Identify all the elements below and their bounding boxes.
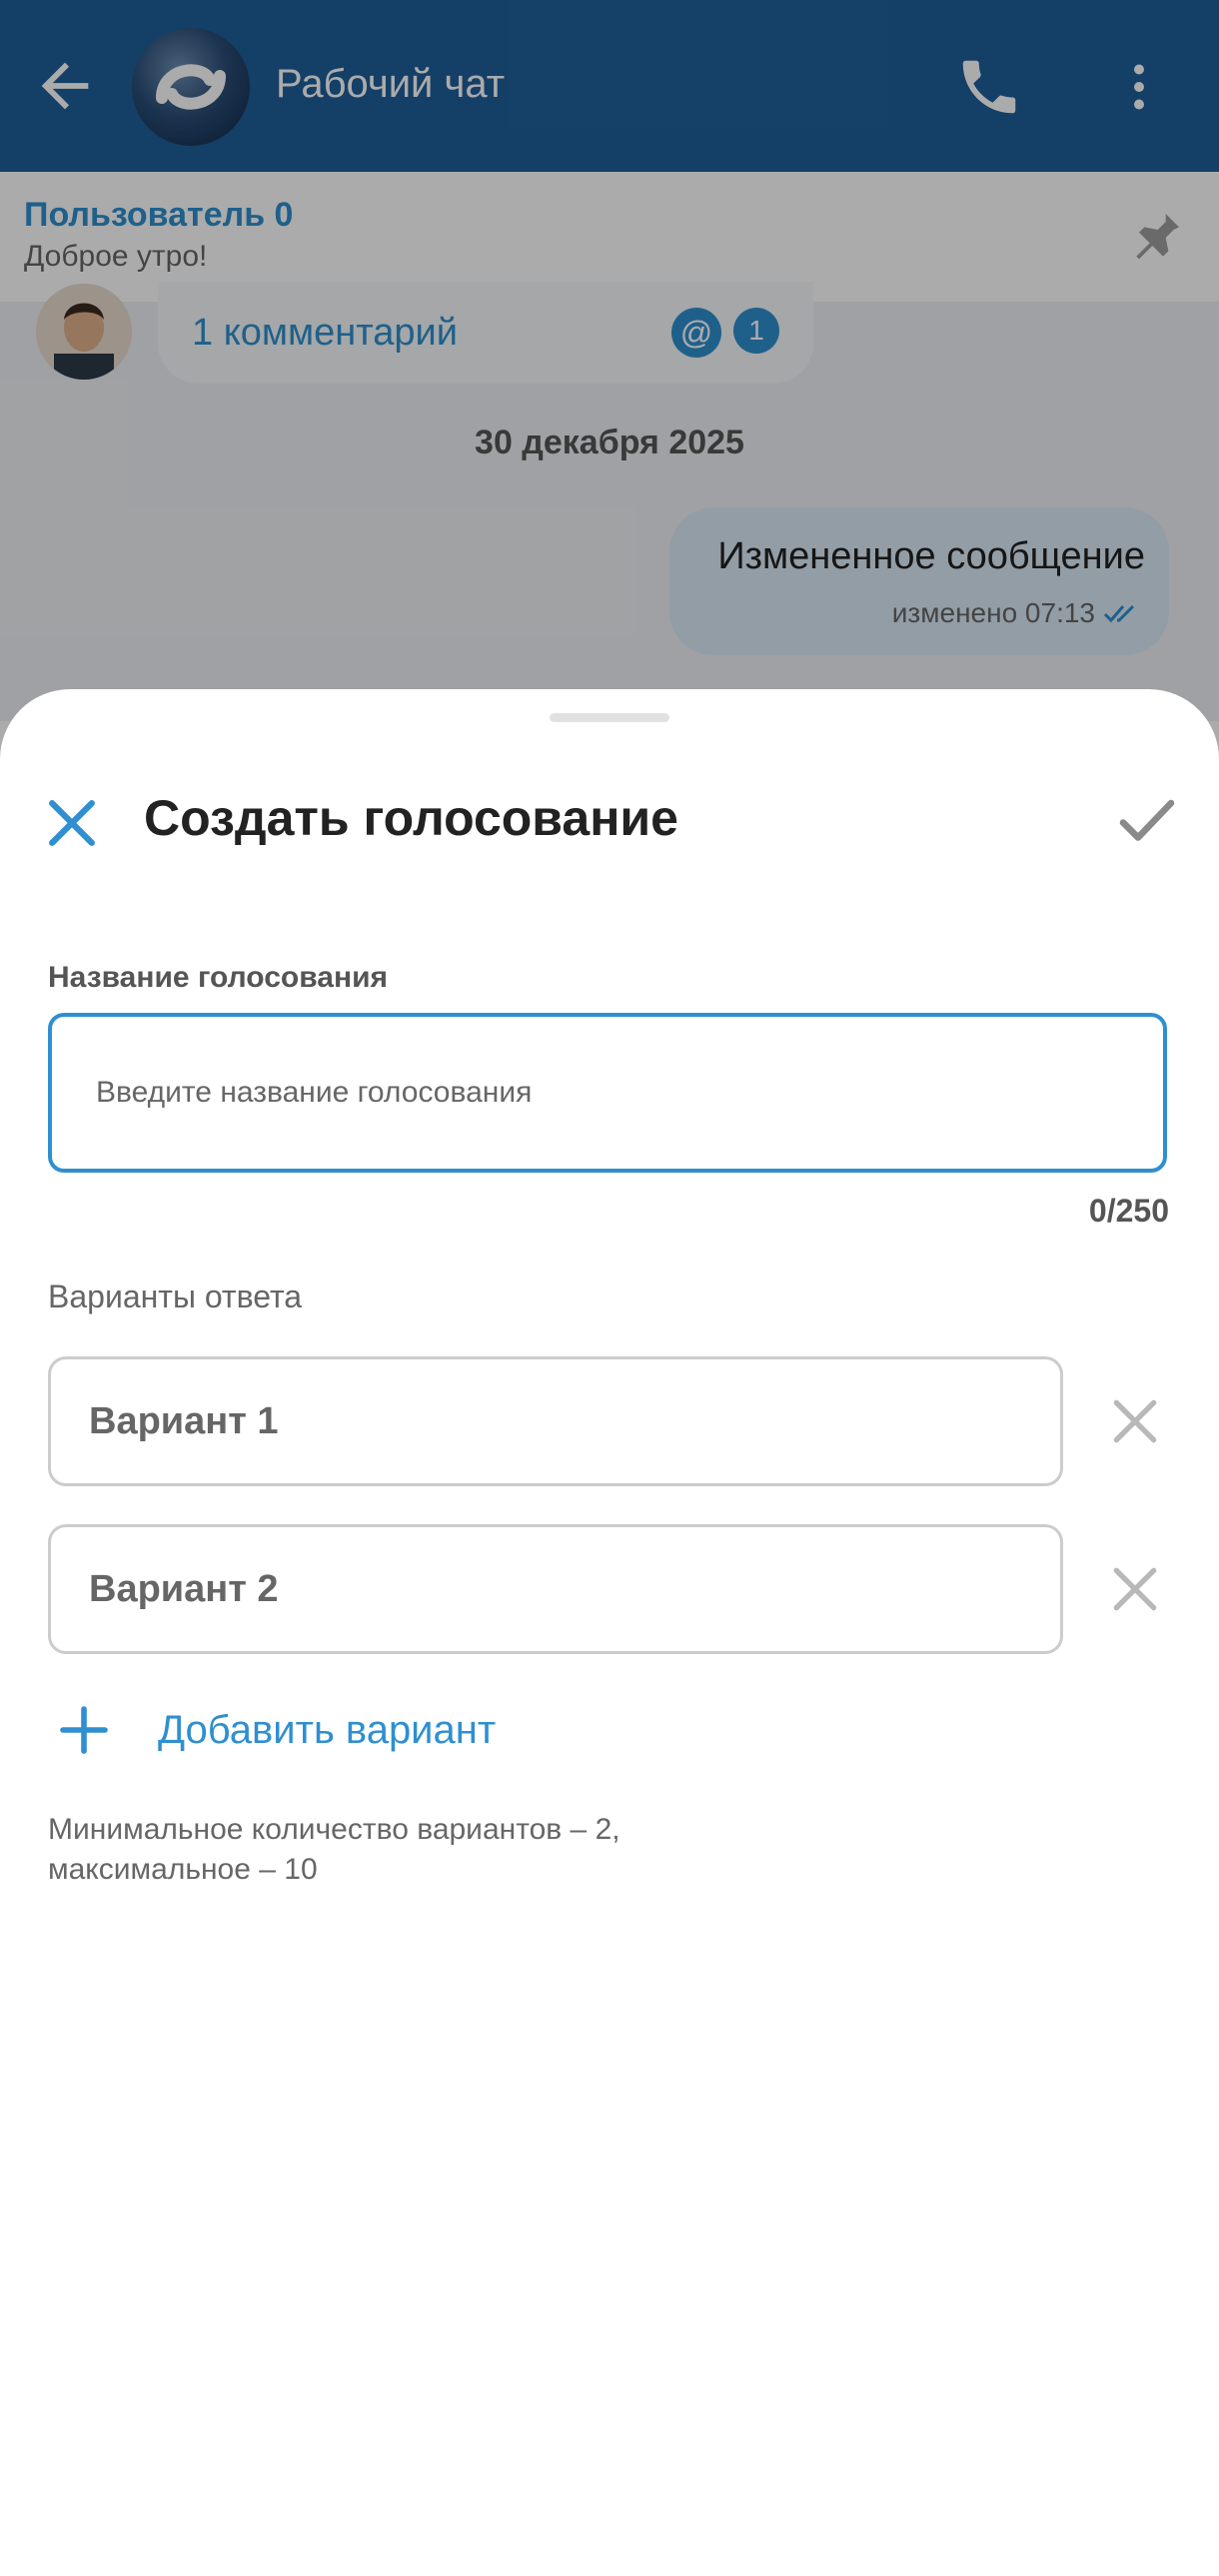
poll-name-input[interactable] xyxy=(48,1013,1167,1173)
close-icon[interactable] xyxy=(38,789,106,857)
hint-line-1: Минимальное количество вариантов – 2, xyxy=(48,1813,620,1846)
remove-option-2-icon[interactable] xyxy=(1103,1557,1167,1621)
create-poll-sheet: Создать голосование Название голосования… xyxy=(0,689,1219,2576)
add-option-button[interactable]: Добавить вариант xyxy=(56,1702,496,1758)
poll-name-label: Название голосования xyxy=(48,961,389,994)
option-input-1[interactable] xyxy=(48,1356,1063,1486)
sheet-title: Создать голосование xyxy=(144,790,678,846)
hint-line-2: максимальное – 10 xyxy=(48,1853,318,1886)
options-hint: Минимальное количество вариантов – 2, ма… xyxy=(48,1810,620,1890)
char-counter: 0/250 xyxy=(1088,1193,1169,1229)
check-icon[interactable] xyxy=(1111,785,1183,857)
add-option-label: Добавить вариант xyxy=(158,1707,497,1752)
remove-option-1-icon[interactable] xyxy=(1103,1389,1167,1453)
option-input-2[interactable] xyxy=(48,1524,1063,1654)
options-label: Варианты ответа xyxy=(48,1279,303,1314)
plus-icon xyxy=(60,1706,108,1754)
sheet-drag-handle[interactable] xyxy=(550,713,669,722)
modal-scrim[interactable] xyxy=(0,0,1219,799)
